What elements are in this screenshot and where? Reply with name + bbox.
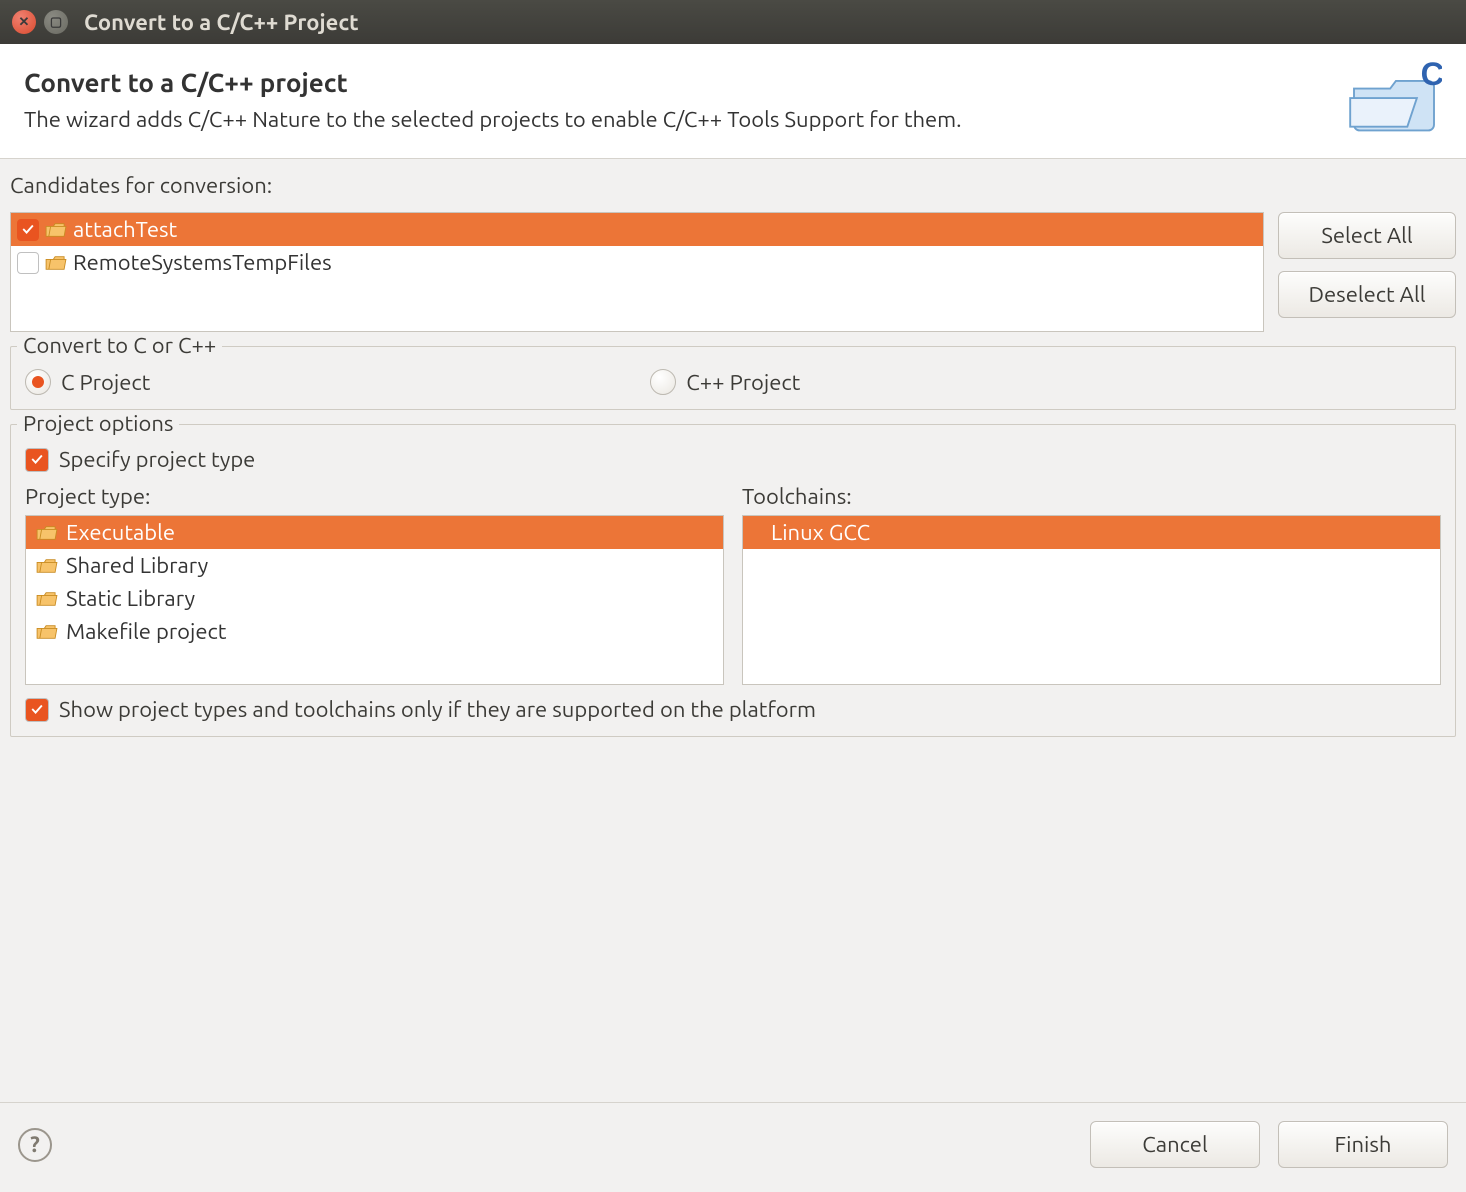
candidates-label: Candidates for conversion:	[10, 173, 1456, 198]
radio-c-project[interactable]: C Project	[25, 369, 150, 395]
folder-icon	[36, 557, 58, 575]
window-title: Convert to a C/C++ Project	[84, 10, 359, 35]
list-item-label: Shared Library	[66, 553, 208, 578]
checkbox-icon[interactable]	[17, 252, 39, 274]
list-item[interactable]: Static Library	[26, 582, 723, 615]
project-options-group: Project options ✓ Specify project type P…	[10, 424, 1456, 737]
radio-label: C Project	[61, 370, 150, 395]
close-icon[interactable]: ✕	[12, 10, 36, 34]
convert-group: Convert to C or C++ C Project C++ Projec…	[10, 346, 1456, 410]
titlebar: ✕ ▢ Convert to a C/C++ Project	[0, 0, 1466, 44]
checkbox-icon[interactable]: ✓	[17, 219, 39, 241]
list-item-label: Executable	[66, 520, 175, 545]
radio-icon	[25, 369, 51, 395]
folder-icon	[36, 590, 58, 608]
candidate-item[interactable]: ✓ attachTest	[11, 213, 1263, 246]
toolchains-label: Toolchains:	[742, 484, 1441, 509]
select-all-button[interactable]: Select All	[1278, 212, 1456, 259]
project-type-label: Project type:	[25, 484, 724, 509]
list-item-label: Static Library	[66, 586, 195, 611]
specify-project-type-checkbox[interactable]: ✓ Specify project type	[25, 447, 1441, 472]
help-icon[interactable]: ?	[18, 1128, 52, 1162]
folder-icon	[36, 623, 58, 641]
list-item[interactable]: Makefile project	[26, 615, 723, 648]
checkbox-label: Specify project type	[59, 447, 255, 472]
candidate-name: RemoteSystemsTempFiles	[73, 250, 332, 275]
folder-icon	[45, 221, 67, 239]
wizard-content: Candidates for conversion: ✓ attachTest …	[0, 159, 1466, 1102]
wizard-banner: Convert to a C/C++ project The wizard ad…	[0, 44, 1466, 159]
candidate-item[interactable]: RemoteSystemsTempFiles	[11, 246, 1263, 279]
finish-button[interactable]: Finish	[1278, 1121, 1448, 1168]
checkbox-label: Show project types and toolchains only i…	[59, 697, 816, 722]
convert-group-legend: Convert to C or C++	[17, 333, 222, 358]
list-item[interactable]: Executable	[26, 516, 723, 549]
list-item[interactable]: Shared Library	[26, 549, 723, 582]
project-type-list[interactable]: Executable Shared Library Static Library	[25, 515, 724, 685]
radio-label: C++ Project	[686, 370, 800, 395]
folder-icon	[36, 524, 58, 542]
list-item-label: Linux GCC	[771, 520, 870, 545]
minimize-icon[interactable]: ▢	[44, 10, 68, 34]
radio-icon	[650, 369, 676, 395]
candidates-list[interactable]: ✓ attachTest RemoteSystemsTempFiles	[10, 212, 1264, 332]
svg-text:C: C	[1421, 60, 1442, 92]
wizard-footer: ? Cancel Finish	[0, 1102, 1466, 1192]
candidate-name: attachTest	[73, 217, 177, 242]
project-options-legend: Project options	[17, 411, 179, 436]
list-item-label: Makefile project	[66, 619, 226, 644]
deselect-all-button[interactable]: Deselect All	[1278, 271, 1456, 318]
checkbox-icon: ✓	[25, 698, 49, 722]
filter-supported-checkbox[interactable]: ✓ Show project types and toolchains only…	[25, 697, 1441, 722]
banner-heading: Convert to a C/C++ project	[24, 68, 962, 97]
radio-cpp-project[interactable]: C++ Project	[650, 369, 800, 395]
wizard-icon: C	[1346, 60, 1442, 140]
banner-description: The wizard adds C/C++ Nature to the sele…	[24, 107, 962, 132]
folder-icon	[45, 254, 67, 272]
toolchains-list[interactable]: Linux GCC	[742, 515, 1441, 685]
checkbox-icon: ✓	[25, 448, 49, 472]
cancel-button[interactable]: Cancel	[1090, 1121, 1260, 1168]
list-item[interactable]: Linux GCC	[743, 516, 1440, 549]
